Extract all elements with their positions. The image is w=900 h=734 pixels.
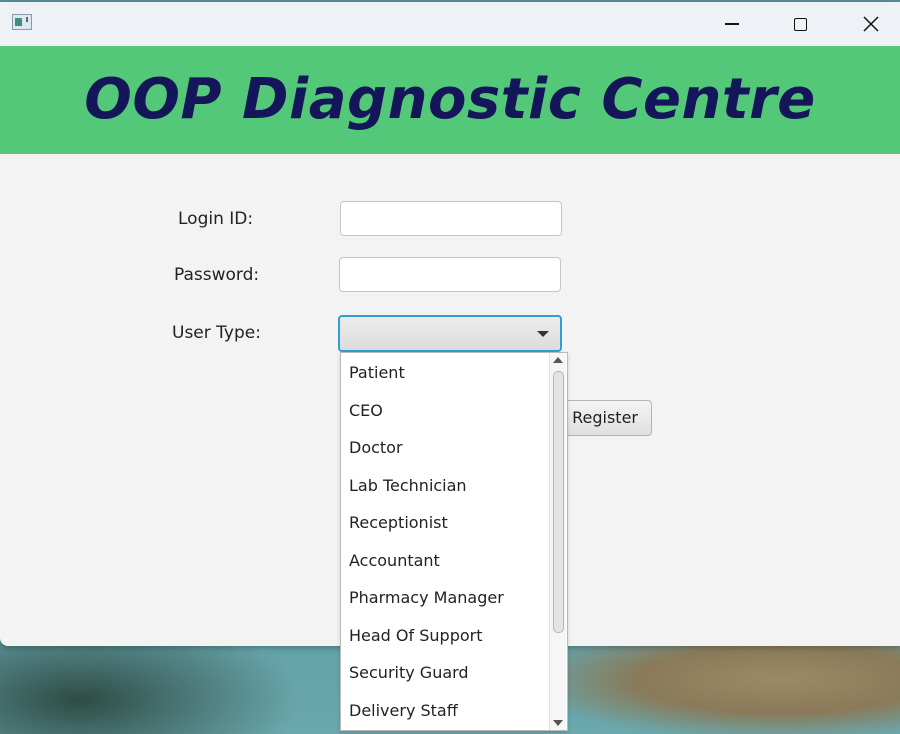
close-icon [863, 16, 879, 32]
login-id-input[interactable] [340, 201, 562, 236]
dropdown-option-ceo[interactable]: CEO [341, 391, 549, 429]
user-type-dropdown-list[interactable]: Patient CEO Doctor Lab Technician Recept… [340, 352, 568, 731]
dropdown-option-accountant[interactable]: Accountant [341, 541, 549, 579]
scroll-down-icon[interactable] [553, 720, 563, 726]
page-title: OOP Diagnostic Centre [84, 66, 816, 132]
user-type-label: User Type: [172, 323, 261, 343]
scroll-up-icon[interactable] [553, 357, 563, 363]
dropdown-option-receptionist[interactable]: Receptionist [341, 503, 549, 541]
maximize-icon [793, 17, 807, 31]
dropdown-option-head-of-support[interactable]: Head Of Support [341, 616, 549, 654]
dropdown-scrollbar[interactable] [549, 353, 566, 730]
maximize-button[interactable] [777, 2, 823, 46]
dropdown-option-patient[interactable]: Patient [341, 353, 549, 391]
title-bar[interactable] [0, 2, 900, 46]
header-banner: OOP Diagnostic Centre [0, 46, 900, 154]
dropdown-option-lab-technician[interactable]: Lab Technician [341, 466, 549, 504]
password-label: Password: [174, 265, 260, 285]
register-button[interactable]: Register [560, 400, 652, 436]
dropdown-option-doctor[interactable]: Doctor [341, 428, 549, 466]
password-input[interactable] [339, 257, 561, 292]
dropdown-options: Patient CEO Doctor Lab Technician Recept… [341, 353, 549, 728]
scrollbar-thumb[interactable] [553, 371, 564, 633]
dropdown-option-pharmacy-manager[interactable]: Pharmacy Manager [341, 578, 549, 616]
dropdown-option-delivery-staff[interactable]: Delivery Staff [341, 691, 549, 729]
app-icon [12, 14, 32, 30]
chevron-down-icon [537, 331, 549, 337]
login-id-label: Login ID: [178, 209, 254, 229]
minimize-button[interactable] [709, 2, 755, 46]
user-type-combobox[interactable] [338, 315, 562, 352]
dropdown-option-security-guard[interactable]: Security Guard [341, 653, 549, 691]
minimize-icon [725, 23, 739, 25]
close-button[interactable] [848, 2, 894, 46]
